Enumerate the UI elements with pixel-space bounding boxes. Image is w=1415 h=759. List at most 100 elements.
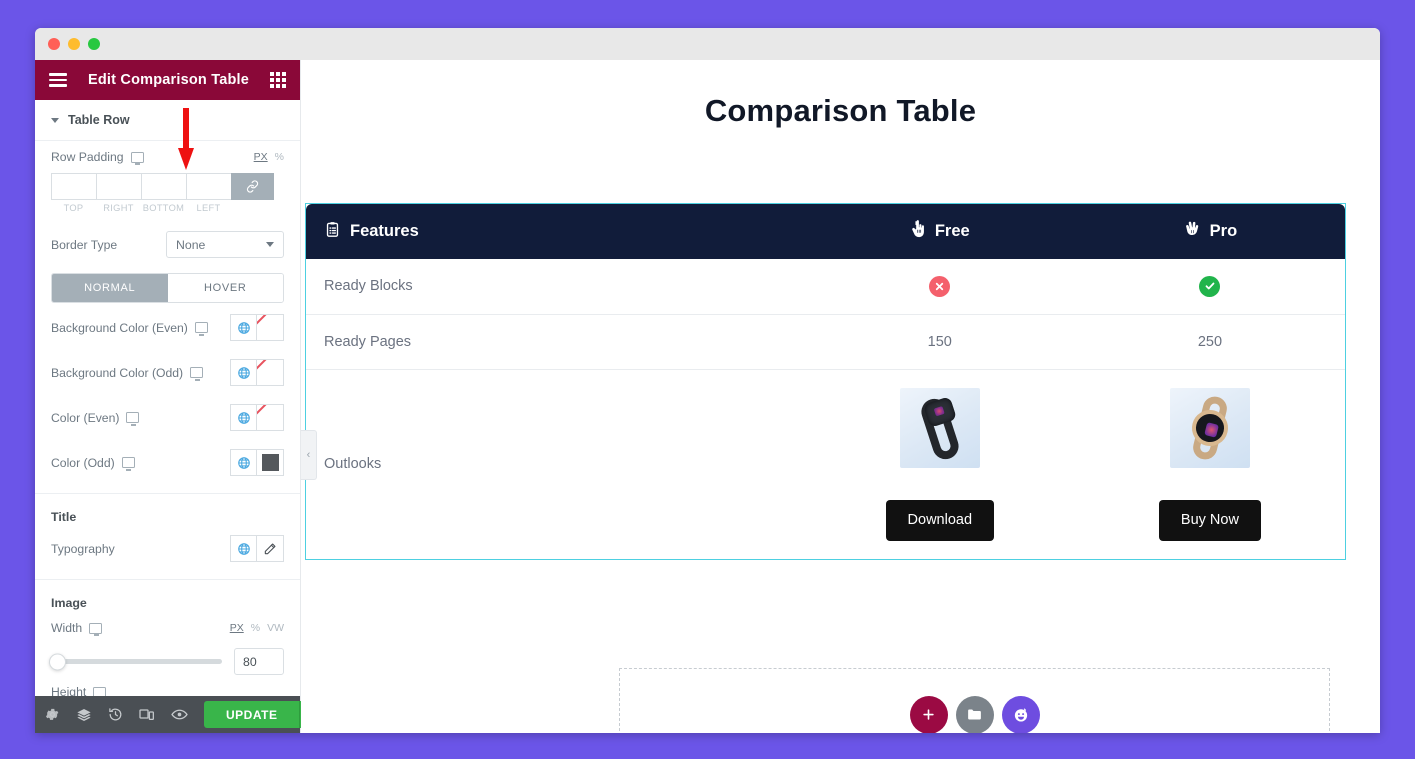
tab-hover[interactable]: HOVER — [167, 274, 283, 302]
sidebar-footer-toolbar: UPDATE — [35, 696, 326, 733]
image-width-slider[interactable] — [49, 653, 222, 670]
unit-px[interactable]: PX — [230, 622, 244, 634]
close-window-button[interactable] — [48, 38, 60, 50]
elementor-sidebar: Edit Comparison Table Table Row Row Padd… — [35, 60, 326, 733]
typography-buttons — [230, 535, 284, 562]
plus-icon[interactable] — [909, 695, 948, 733]
editor-canvas: ‹ Comparison Table Features Free Pro Rea… — [301, 60, 1380, 733]
monitor-icon[interactable] — [190, 367, 204, 381]
unit-px[interactable]: PX — [254, 151, 268, 163]
pencil-icon[interactable] — [257, 535, 284, 562]
monitor-icon[interactable] — [194, 322, 208, 336]
color-swatch-solid[interactable] — [257, 449, 284, 476]
control-bg-color-even: Background Color (Even) — [35, 305, 300, 350]
column-header-free[interactable]: Free — [804, 204, 1075, 259]
control-image-height-partial: Height — [35, 675, 300, 696]
globe-icon[interactable] — [230, 535, 257, 562]
table-row: Outlooks Download Buy Now — [306, 369, 1345, 559]
comparison-table: Features Free Pro Ready Blocks Ready Pag… — [306, 204, 1345, 559]
control-image-width: Width PX % VW — [35, 612, 300, 644]
color-swatch-none[interactable] — [257, 314, 284, 341]
download-button[interactable]: Download — [885, 500, 995, 541]
clipboard-list-icon — [324, 221, 341, 243]
unit-percent[interactable]: % — [251, 622, 260, 634]
globe-icon[interactable] — [230, 404, 257, 431]
cell-pro-outlooks: Buy Now — [1075, 369, 1345, 559]
widgets-grid-icon[interactable] — [270, 72, 286, 88]
control-bg-color-odd: Background Color (Odd) — [35, 350, 300, 395]
image-height-text: Height — [51, 685, 87, 696]
update-button[interactable]: UPDATE — [204, 701, 300, 728]
globe-icon[interactable] — [230, 449, 257, 476]
preview-eye-icon[interactable] — [171, 708, 188, 721]
maximize-window-button[interactable] — [88, 38, 100, 50]
folder-icon[interactable] — [955, 695, 994, 733]
comparison-table-widget[interactable]: Features Free Pro Ready Blocks Ready Pag… — [305, 203, 1346, 560]
cell-pro-ready-blocks — [1074, 259, 1345, 315]
ai-smiley-icon[interactable] — [1001, 695, 1040, 733]
label-left: LEFT — [196, 203, 221, 213]
cell-free-ready-pages: 150 — [804, 314, 1075, 370]
divider — [35, 493, 300, 494]
app-body: Edit Comparison Table Table Row Row Padd… — [35, 60, 1380, 733]
color-swatch-none[interactable] — [257, 359, 284, 386]
unit-percent[interactable]: % — [275, 151, 284, 163]
control-color-odd: Color (Odd) — [35, 440, 300, 485]
bg-color-odd-text: Background Color (Odd) — [51, 365, 184, 380]
caret-down-icon — [51, 117, 59, 123]
color-swatch-none[interactable] — [257, 404, 284, 431]
tab-normal[interactable]: NORMAL — [52, 274, 168, 302]
bg-color-odd-swatches — [230, 359, 284, 386]
history-icon[interactable] — [108, 707, 123, 722]
minimize-window-button[interactable] — [68, 38, 80, 50]
label-bottom: BOTTOM — [142, 203, 185, 213]
hamburger-icon[interactable] — [49, 73, 67, 87]
control-row-padding: Row Padding PX % TOP RIGHT BOTTOM LEFT — [35, 141, 300, 222]
panel-collapse-handle[interactable]: ‹ — [301, 430, 317, 480]
image-width-input[interactable] — [234, 648, 284, 675]
buy-now-button[interactable]: Buy Now — [1158, 500, 1261, 541]
settings-gear-icon[interactable] — [45, 707, 60, 722]
row-feature-label: Ready Blocks — [306, 259, 805, 315]
monitor-icon[interactable] — [121, 457, 135, 471]
group-title-title: Title — [51, 510, 77, 524]
row-feature-label: Ready Pages — [306, 314, 805, 370]
color-odd-swatches — [230, 449, 284, 476]
dropzone-buttons — [909, 695, 1040, 733]
table-body: Ready Blocks Ready Pages 150 250 Outlook… — [306, 259, 1345, 559]
chevron-left-icon: ‹ — [306, 449, 311, 461]
layers-navigator-icon[interactable] — [76, 707, 92, 723]
row-padding-text: Row Padding — [51, 150, 124, 164]
cross-icon — [929, 275, 951, 297]
bg-color-even-label: Background Color (Even) — [51, 321, 208, 336]
globe-icon[interactable] — [230, 359, 257, 386]
globe-icon[interactable] — [230, 314, 257, 341]
widget-dropzone[interactable]: Drag widget here — [619, 668, 1330, 733]
column-header-pro[interactable]: Pro — [1074, 204, 1345, 259]
typography-label: Typography — [51, 541, 115, 556]
sidebar-scroll-area[interactable]: Table Row Row Padding PX % TOP RIGHT BOT… — [35, 100, 300, 696]
padding-bottom-input[interactable] — [141, 173, 186, 200]
monitor-icon[interactable] — [89, 622, 103, 636]
border-type-select[interactable]: None — [166, 231, 284, 258]
red-down-arrow — [178, 108, 194, 170]
cell-free-ready-blocks — [804, 259, 1075, 315]
padding-right-input[interactable] — [96, 173, 141, 200]
table-header: Features Free Pro — [306, 204, 1345, 259]
column-header-features[interactable]: Features — [306, 204, 805, 259]
padding-top-input[interactable] — [51, 173, 96, 200]
monitor-icon[interactable] — [93, 686, 107, 696]
color-even-label: Color (Even) — [51, 411, 140, 426]
section-table-row[interactable]: Table Row — [35, 100, 300, 141]
slider-knob[interactable] — [49, 653, 66, 670]
color-odd-text: Color (Odd) — [51, 455, 115, 470]
unit-vw[interactable]: VW — [267, 622, 284, 634]
chevron-down-icon — [266, 242, 274, 247]
monitor-icon[interactable] — [126, 412, 140, 426]
browser-window: Edit Comparison Table Table Row Row Padd… — [35, 28, 1380, 733]
monitor-icon[interactable] — [130, 151, 144, 165]
link-icon[interactable] — [231, 173, 274, 200]
responsive-mode-icon[interactable] — [139, 708, 155, 722]
padding-left-input[interactable] — [186, 173, 231, 200]
row-padding-inputs — [51, 173, 284, 200]
